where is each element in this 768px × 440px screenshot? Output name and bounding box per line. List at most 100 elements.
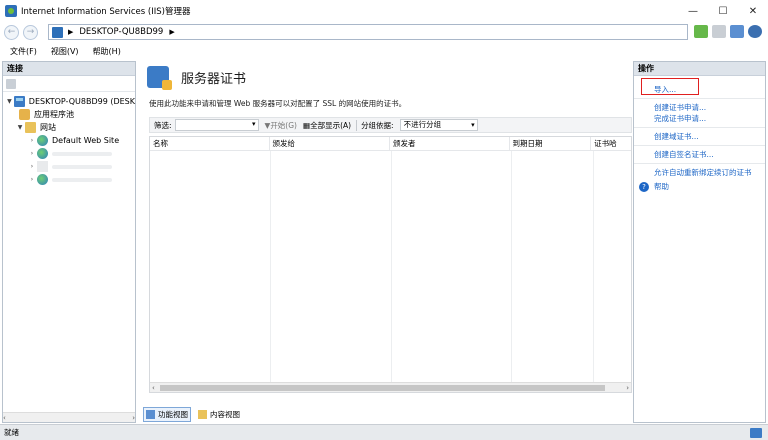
tree-item-label: DESKTOP-QU8BD99 (DESK	[28, 97, 135, 106]
app-pool-icon	[19, 109, 30, 120]
filter-bar: 筛选: ▼ 开始(G) ▦ 全部显示(A) 分组依据: 不进行分组	[149, 117, 632, 133]
expand-icon[interactable]: ›	[27, 137, 37, 144]
globe-icon	[37, 174, 48, 185]
filter-label: 筛选:	[154, 120, 172, 130]
breadcrumb-separator-icon: ▶	[68, 28, 74, 36]
go-button[interactable]: ▼ 开始(G)	[265, 120, 297, 131]
redacted-label	[52, 151, 112, 156]
page-description: 使用此功能来申请和管理 Web 服务器可以对配置了 SSL 的网站使用的证书。	[149, 99, 407, 108]
connections-header: 连接	[3, 62, 135, 76]
save-connection-icon[interactable]	[6, 78, 16, 89]
iis-app-icon	[5, 5, 17, 17]
collapse-icon[interactable]: ▼	[15, 124, 25, 131]
help-icon: ?	[639, 181, 649, 192]
address-bar: ← → ▶ DESKTOP-QU8BD99 ▶	[0, 22, 768, 42]
show-all-icon: ▦	[302, 120, 311, 130]
import-highlight-box	[641, 78, 699, 95]
auto-rebind-link[interactable]: 允许自动重新绑定续订的证书	[634, 163, 765, 178]
expand-icon[interactable]: ›	[27, 150, 37, 157]
content-view-icon	[198, 410, 207, 419]
connections-scrollbar[interactable]: ‹ ›	[3, 412, 135, 422]
breadcrumb-separator-icon: ▶	[169, 28, 175, 36]
menu-view[interactable]: 视图(V)	[51, 46, 79, 57]
collapse-icon[interactable]: ▼	[5, 98, 14, 105]
window-title: Internet Information Services (IIS)管理器	[21, 7, 191, 17]
tree-item-site[interactable]: ›	[3, 160, 135, 173]
show-all-button[interactable]: ▦ 全部显示(A)	[303, 120, 351, 131]
column-divider	[270, 151, 271, 382]
tree-item-label: Default Web Site	[52, 136, 120, 145]
breadcrumb[interactable]: ▶ DESKTOP-QU8BD99 ▶	[48, 24, 688, 40]
table-scrollbar[interactable]: ‹ ›	[150, 382, 631, 392]
status-text: 就绪	[4, 428, 19, 437]
tree-item-sites[interactable]: ▼ 网站	[3, 121, 135, 134]
column-expiration[interactable]: 到期日期	[510, 137, 592, 150]
tree-item-label: 网站	[40, 123, 56, 132]
filter-input[interactable]	[174, 119, 259, 131]
menu-help[interactable]: 帮助(H)	[93, 46, 121, 57]
breadcrumb-server[interactable]: DESKTOP-QU8BD99	[79, 27, 163, 37]
tree-item-default-site[interactable]: › Default Web Site	[3, 134, 135, 147]
column-cert-hash[interactable]: 证书哈	[591, 137, 631, 150]
create-self-signed-cert-link[interactable]: 创建自签名证书...	[634, 145, 765, 160]
title-bar: Internet Information Services (IIS)管理器 —…	[0, 0, 768, 22]
menu-file[interactable]: 文件(F)	[10, 46, 37, 57]
scroll-right-icon[interactable]: ›	[626, 383, 629, 392]
tree-item-site[interactable]: ›	[3, 173, 135, 186]
tree-item-app-pools[interactable]: 应用程序池	[3, 108, 135, 121]
address-tools	[694, 25, 762, 38]
expand-icon[interactable]: ›	[27, 163, 37, 170]
column-issued-to[interactable]: 颁发给	[270, 137, 390, 150]
create-domain-cert-link[interactable]: 创建域证书...	[634, 127, 765, 142]
feature-pane: 服务器证书 使用此功能来申请和管理 Web 服务器可以对配置了 SSL 的网站使…	[140, 61, 632, 423]
expand-icon[interactable]: ›	[27, 176, 37, 183]
scroll-right-icon[interactable]: ›	[132, 414, 135, 422]
home-icon[interactable]	[730, 25, 744, 38]
refresh-icon[interactable]	[694, 25, 708, 38]
scroll-left-icon[interactable]: ‹	[152, 383, 155, 392]
scroll-left-icon[interactable]: ‹	[3, 414, 6, 422]
menu-bar: 文件(F) 视图(V) 帮助(H)	[0, 43, 768, 59]
content-view-label: 内容视图	[210, 410, 240, 419]
actions-pane: 操作 导入... 创建证书申请... 完成证书申请... 创建域证书... 创建…	[633, 61, 766, 423]
stop-icon[interactable]	[712, 25, 726, 38]
close-button[interactable]: ✕	[738, 0, 768, 22]
network-status-icon	[750, 428, 762, 438]
scroll-thumb[interactable]	[160, 385, 605, 391]
page-title: 服务器证书	[181, 71, 247, 87]
features-view-label: 功能视图	[158, 410, 188, 419]
show-all-label: 全部显示(A)	[310, 120, 352, 130]
complete-cert-request-link[interactable]: 完成证书申请...	[634, 113, 765, 124]
globe-icon	[37, 148, 48, 159]
column-divider	[511, 151, 512, 382]
minimize-button[interactable]: —	[678, 0, 708, 22]
tree-item-server[interactable]: ▼ DESKTOP-QU8BD99 (DESK	[3, 95, 135, 108]
table-header: 名称 颁发给 颁发者 到期日期 证书哈	[150, 137, 631, 151]
column-issued-by[interactable]: 颁发者	[390, 137, 510, 150]
help-link[interactable]: 帮助	[654, 181, 669, 192]
column-name[interactable]: 名称	[150, 137, 270, 150]
tree-item-label: 应用程序池	[34, 110, 74, 119]
server-certificates-icon	[147, 66, 172, 90]
tree-item-site[interactable]: ›	[3, 147, 135, 160]
forward-arrow-icon[interactable]: →	[23, 24, 38, 40]
status-bar: 就绪	[0, 424, 768, 440]
help-action[interactable]: ? 帮助	[634, 181, 765, 192]
table-body	[150, 151, 631, 382]
features-view-icon	[146, 410, 155, 419]
site-icon	[37, 161, 48, 172]
create-cert-request-link[interactable]: 创建证书申请...	[634, 98, 765, 113]
divider	[356, 119, 358, 131]
redacted-label	[52, 177, 112, 182]
maximize-button[interactable]: ☐	[708, 0, 738, 22]
sites-folder-icon	[25, 122, 36, 133]
group-by-select[interactable]: 不进行分组	[399, 119, 478, 131]
server-icon	[13, 96, 25, 107]
help-icon[interactable]	[748, 25, 762, 38]
features-view-button[interactable]: 功能视图	[143, 407, 191, 422]
actions-header: 操作	[634, 62, 765, 76]
page-header: 服务器证书	[140, 61, 630, 93]
window-controls: — ☐ ✕	[678, 0, 768, 22]
content-view-button[interactable]: 内容视图	[196, 408, 242, 421]
back-arrow-icon[interactable]: ←	[4, 24, 19, 40]
